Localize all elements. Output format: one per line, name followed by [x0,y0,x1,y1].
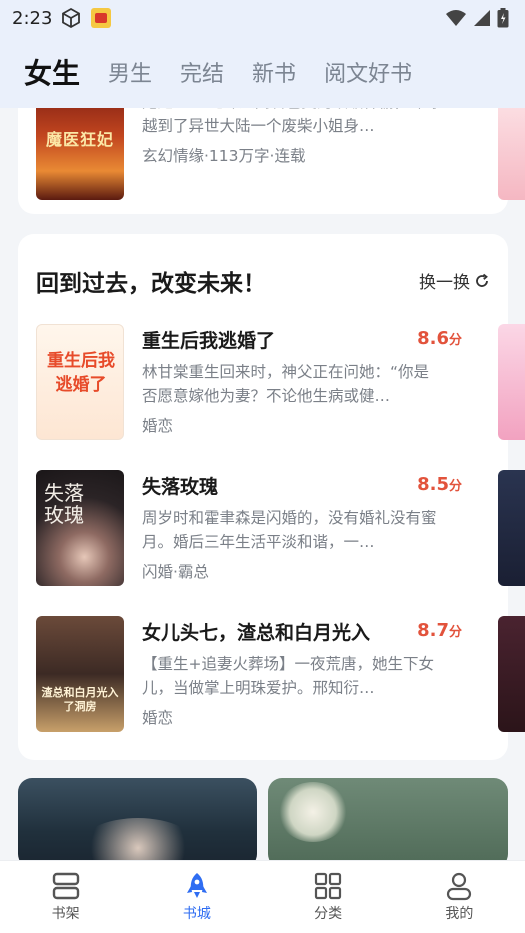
score-value: 8.7 [417,620,449,641]
book-description: 【重生+追妻火葬场】一夜荒唐，她生下女儿，当做掌上明珠爱护。邢知衍… [142,655,434,697]
nav-categories[interactable]: 分类 [263,861,394,933]
app-notification-icon [91,8,112,28]
cube-icon [62,7,81,29]
status-bar: 2:23 [0,0,525,36]
bookshelf-icon [52,872,79,900]
cover-title-art: 魔医狂妃 [45,130,114,149]
next-book-cover-peek[interactable] [498,616,525,732]
nav-label: 书架 [51,906,80,922]
next-book-cover-peek[interactable] [498,108,525,200]
bookstore-feed[interactable]: 魔医狂妃 她是26世纪令人闻名色变的顶级神偷，却穿越到了异世大陆一个废柴小姐身…… [0,108,525,860]
book-cover[interactable]: 魔医狂妃 [36,108,124,200]
next-book-cover-peek[interactable] [498,470,525,586]
book-description: 周岁时和霍聿森是闪婚的，没有婚礼没有蜜月。婚后三年生活平淡和谐，一… [142,509,437,551]
book-row[interactable]: 渣总和白月光入了洞房 女儿头七，渣总和白月光入 8.7分 【重生+追妻火葬场】一… [36,616,525,734]
rocket-icon [186,873,207,898]
top-tab-bar: 女生 男生 完结 新书 阅文好书 [0,36,525,108]
nav-bookstore[interactable]: 书城 [131,861,262,933]
score-unit: 分 [448,625,462,640]
book-row[interactable]: 重生后我逃婚了 重生后我逃婚了 8.6分 林甘棠重生回来时，神父正在问她：“你是… [36,324,525,442]
book-row[interactable]: 失落玫瑰 失落玫瑰 8.5分 周岁时和霍聿森是闪婚的，没有婚礼没有蜜月。婚后三年… [36,470,525,588]
signal-icon [474,10,490,26]
tab-yuewen-picks[interactable]: 阅文好书 [324,56,412,88]
banner-art [278,782,348,842]
bottom-nav: 书架 书城 分类 我的 [0,860,525,933]
next-book-cover-peek[interactable] [498,324,525,440]
wifi-icon [446,10,466,26]
score-unit: 分 [448,479,462,494]
book-row-top[interactable]: 魔医狂妃 她是26世纪令人闻名色变的顶级神偷，却穿越到了异世大陆一个废柴小姐身…… [36,108,525,206]
book-tags: 婚恋 [142,709,174,727]
nav-label: 我的 [445,906,474,922]
refresh-icon [476,273,488,287]
book-description: 她是26世纪令人闻名色变的顶级神偷，却穿越到了异世大陆一个废柴小姐身… [142,108,441,135]
book-cover[interactable]: 重生后我逃婚了 [36,324,124,440]
nav-label: 分类 [314,906,343,922]
cover-title-art: 失落玫瑰 [44,481,84,527]
cover-title-art: 重生后我逃婚了 [47,351,115,395]
score-unit: 分 [448,333,462,348]
section-title: 回到过去，改变未来！ [36,271,266,297]
nav-profile[interactable]: 我的 [394,861,525,933]
nav-bookshelf[interactable]: 书架 [0,861,131,933]
promo-banner-right[interactable] [268,778,508,860]
book-description: 林甘棠重生回来时，神父正在问她：“你是否愿意嫁他为妻？不论他生病或健… [142,363,430,405]
section-card: 回到过去，改变未来！ 换一换 重生后我逃婚了 重生后我逃婚了 8.6分 林甘棠重… [18,234,525,760]
status-time: 2:23 [12,7,53,29]
grid-icon [315,872,342,900]
book-title[interactable]: 失落玫瑰 [142,472,218,499]
score-value: 8.6 [417,328,449,349]
book-tags: 闪婚·霸总 [142,563,209,581]
book-score: 8.7分 [417,620,462,641]
book-title[interactable]: 女儿头七，渣总和白月光入 [142,618,370,645]
tab-finished[interactable]: 完结 [180,56,224,88]
tab-female[interactable]: 女生 [24,52,80,92]
score-value: 8.5 [417,474,449,495]
book-tags: 婚恋 [142,417,174,435]
book-cover[interactable]: 失落玫瑰 [36,470,124,586]
banner-art [78,818,198,860]
book-cover[interactable]: 渣总和白月光入了洞房 [36,616,124,732]
book-card-partial[interactable]: 魔医狂妃 她是26世纪令人闻名色变的顶级神偷，却穿越到了异世大陆一个废柴小姐身…… [18,108,525,214]
refresh-button[interactable]: 换一换 [419,268,490,293]
tab-male[interactable]: 男生 [108,56,152,88]
book-title[interactable]: 重生后我逃婚了 [142,326,275,353]
person-icon [447,872,472,901]
nav-label: 书城 [182,906,211,922]
refresh-label: 换一换 [419,273,470,293]
tab-new-books[interactable]: 新书 [252,56,296,88]
book-score: 8.5分 [417,474,462,495]
book-tags: 玄幻情缘·113万字·连载 [142,147,306,165]
book-score: 8.6分 [417,328,462,349]
cover-title-art: 渣总和白月光入了洞房 [41,686,119,713]
battery-icon [497,8,509,28]
promo-banner-left[interactable] [18,778,257,860]
